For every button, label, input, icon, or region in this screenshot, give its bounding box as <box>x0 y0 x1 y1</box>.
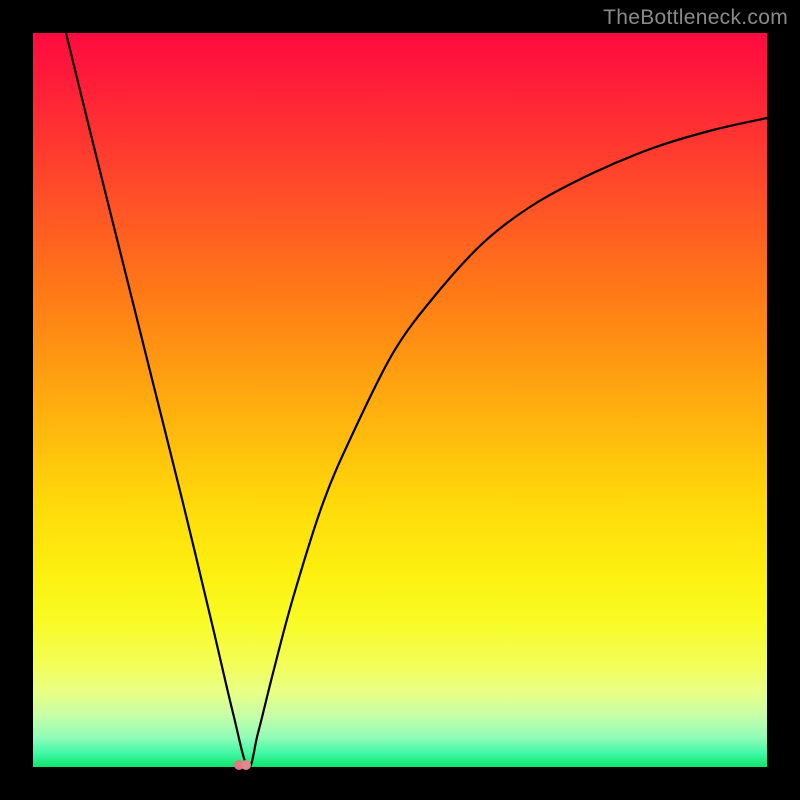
watermark-text: TheBottleneck.com <box>603 6 788 30</box>
highlight-marker <box>234 758 252 772</box>
curve-svg <box>33 33 767 767</box>
plot-area <box>33 33 767 767</box>
chart-frame: TheBottleneck.com <box>0 0 800 800</box>
bottleneck-curve <box>66 33 767 767</box>
